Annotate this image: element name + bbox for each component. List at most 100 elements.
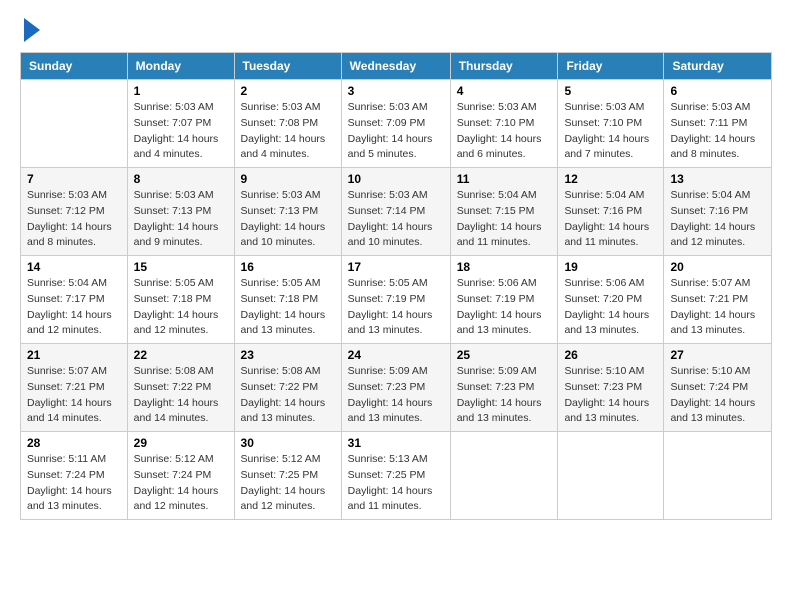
day-number: 29	[134, 436, 228, 450]
day-number: 12	[564, 172, 657, 186]
calendar-cell	[664, 432, 772, 520]
calendar-cell: 5 Sunrise: 5:03 AMSunset: 7:10 PMDaylight…	[558, 80, 664, 168]
day-info: Sunrise: 5:12 AMSunset: 7:25 PMDaylight:…	[241, 452, 335, 515]
day-number: 2	[241, 84, 335, 98]
calendar-cell	[450, 432, 558, 520]
day-number: 5	[564, 84, 657, 98]
day-number: 10	[348, 172, 444, 186]
day-number: 23	[241, 348, 335, 362]
calendar-table: SundayMondayTuesdayWednesdayThursdayFrid…	[20, 52, 772, 520]
calendar-cell: 11 Sunrise: 5:04 AMSunset: 7:15 PMDayligh…	[450, 168, 558, 256]
day-number: 17	[348, 260, 444, 274]
calendar-cell: 15 Sunrise: 5:05 AMSunset: 7:18 PMDayligh…	[127, 256, 234, 344]
day-number: 30	[241, 436, 335, 450]
calendar-cell: 21 Sunrise: 5:07 AMSunset: 7:21 PMDayligh…	[21, 344, 128, 432]
week-row-5: 28Sunrise: 5:11 AMSunset: 7:24 PMDayligh…	[21, 432, 772, 520]
day-number: 11	[457, 172, 552, 186]
calendar-cell	[558, 432, 664, 520]
calendar-cell: 4 Sunrise: 5:03 AMSunset: 7:10 PMDaylight…	[450, 80, 558, 168]
logo-arrow-icon	[24, 18, 40, 42]
header-friday: Friday	[558, 53, 664, 80]
header-monday: Monday	[127, 53, 234, 80]
calendar-cell: 14Sunrise: 5:04 AMSunset: 7:17 PMDayligh…	[21, 256, 128, 344]
day-info: Sunrise: 5:05 AMSunset: 7:18 PMDaylight:…	[241, 276, 335, 339]
calendar-cell: 27 Sunrise: 5:10 AMSunset: 7:24 PMDayligh…	[664, 344, 772, 432]
calendar-cell: 10 Sunrise: 5:03 AMSunset: 7:14 PMDayligh…	[341, 168, 450, 256]
header-saturday: Saturday	[664, 53, 772, 80]
day-info: Sunrise: 5:04 AMSunset: 7:16 PMDaylight:…	[670, 188, 765, 251]
day-number: 21	[27, 348, 121, 362]
calendar-cell: 13 Sunrise: 5:04 AMSunset: 7:16 PMDayligh…	[664, 168, 772, 256]
calendar-cell: 2 Sunrise: 5:03 AMSunset: 7:08 PMDaylight…	[234, 80, 341, 168]
calendar-cell: 12 Sunrise: 5:04 AMSunset: 7:16 PMDayligh…	[558, 168, 664, 256]
day-info: Sunrise: 5:03 AMSunset: 7:12 PMDaylight:…	[27, 188, 121, 251]
day-number: 8	[134, 172, 228, 186]
day-info: Sunrise: 5:03 AMSunset: 7:08 PMDaylight:…	[241, 100, 335, 163]
day-info: Sunrise: 5:05 AMSunset: 7:19 PMDaylight:…	[348, 276, 444, 339]
week-row-4: 21 Sunrise: 5:07 AMSunset: 7:21 PMDayligh…	[21, 344, 772, 432]
day-info: Sunrise: 5:03 AMSunset: 7:09 PMDaylight:…	[348, 100, 444, 163]
logo	[20, 20, 40, 42]
day-info: Sunrise: 5:09 AMSunset: 7:23 PMDaylight:…	[457, 364, 552, 427]
day-info: Sunrise: 5:09 AMSunset: 7:23 PMDaylight:…	[348, 364, 444, 427]
calendar-cell: 3 Sunrise: 5:03 AMSunset: 7:09 PMDaylight…	[341, 80, 450, 168]
day-number: 14	[27, 260, 121, 274]
day-number: 22	[134, 348, 228, 362]
calendar-cell: 20 Sunrise: 5:07 AMSunset: 7:21 PMDayligh…	[664, 256, 772, 344]
day-info: Sunrise: 5:03 AMSunset: 7:13 PMDaylight:…	[134, 188, 228, 251]
day-number: 27	[670, 348, 765, 362]
day-info: Sunrise: 5:03 AMSunset: 7:10 PMDaylight:…	[564, 100, 657, 163]
calendar-cell: 9 Sunrise: 5:03 AMSunset: 7:13 PMDaylight…	[234, 168, 341, 256]
day-number: 18	[457, 260, 552, 274]
day-number: 6	[670, 84, 765, 98]
week-row-2: 7 Sunrise: 5:03 AMSunset: 7:12 PMDaylight…	[21, 168, 772, 256]
day-number: 20	[670, 260, 765, 274]
day-number: 4	[457, 84, 552, 98]
calendar-cell: 18 Sunrise: 5:06 AMSunset: 7:19 PMDayligh…	[450, 256, 558, 344]
calendar-cell: 23Sunrise: 5:08 AMSunset: 7:22 PMDayligh…	[234, 344, 341, 432]
day-info: Sunrise: 5:07 AMSunset: 7:21 PMDaylight:…	[27, 364, 121, 427]
calendar-cell: 30 Sunrise: 5:12 AMSunset: 7:25 PMDayligh…	[234, 432, 341, 520]
day-number: 24	[348, 348, 444, 362]
calendar-cell	[21, 80, 128, 168]
day-info: Sunrise: 5:10 AMSunset: 7:24 PMDaylight:…	[670, 364, 765, 427]
calendar-cell: 16Sunrise: 5:05 AMSunset: 7:18 PMDayligh…	[234, 256, 341, 344]
day-number: 3	[348, 84, 444, 98]
day-info: Sunrise: 5:07 AMSunset: 7:21 PMDaylight:…	[670, 276, 765, 339]
day-info: Sunrise: 5:06 AMSunset: 7:19 PMDaylight:…	[457, 276, 552, 339]
day-number: 28	[27, 436, 121, 450]
day-info: Sunrise: 5:03 AMSunset: 7:14 PMDaylight:…	[348, 188, 444, 251]
day-info: Sunrise: 5:06 AMSunset: 7:20 PMDaylight:…	[564, 276, 657, 339]
calendar-header-row: SundayMondayTuesdayWednesdayThursdayFrid…	[21, 53, 772, 80]
calendar-cell: 8 Sunrise: 5:03 AMSunset: 7:13 PMDaylight…	[127, 168, 234, 256]
day-number: 15	[134, 260, 228, 274]
day-info: Sunrise: 5:03 AMSunset: 7:10 PMDaylight:…	[457, 100, 552, 163]
day-info: Sunrise: 5:12 AMSunset: 7:24 PMDaylight:…	[134, 452, 228, 515]
day-number: 9	[241, 172, 335, 186]
day-info: Sunrise: 5:03 AMSunset: 7:11 PMDaylight:…	[670, 100, 765, 163]
day-number: 7	[27, 172, 121, 186]
day-info: Sunrise: 5:04 AMSunset: 7:15 PMDaylight:…	[457, 188, 552, 251]
header-sunday: Sunday	[21, 53, 128, 80]
day-number: 26	[564, 348, 657, 362]
day-info: Sunrise: 5:03 AMSunset: 7:07 PMDaylight:…	[134, 100, 228, 163]
calendar-cell: 31 Sunrise: 5:13 AMSunset: 7:25 PMDayligh…	[341, 432, 450, 520]
day-info: Sunrise: 5:04 AMSunset: 7:16 PMDaylight:…	[564, 188, 657, 251]
week-row-3: 14Sunrise: 5:04 AMSunset: 7:17 PMDayligh…	[21, 256, 772, 344]
day-info: Sunrise: 5:05 AMSunset: 7:18 PMDaylight:…	[134, 276, 228, 339]
day-info: Sunrise: 5:03 AMSunset: 7:13 PMDaylight:…	[241, 188, 335, 251]
header-thursday: Thursday	[450, 53, 558, 80]
day-number: 25	[457, 348, 552, 362]
page-header	[20, 20, 772, 42]
day-number: 31	[348, 436, 444, 450]
calendar-cell: 26Sunrise: 5:10 AMSunset: 7:23 PMDayligh…	[558, 344, 664, 432]
calendar-cell: 7 Sunrise: 5:03 AMSunset: 7:12 PMDaylight…	[21, 168, 128, 256]
calendar-cell: 28Sunrise: 5:11 AMSunset: 7:24 PMDayligh…	[21, 432, 128, 520]
day-number: 13	[670, 172, 765, 186]
calendar-cell: 19Sunrise: 5:06 AMSunset: 7:20 PMDayligh…	[558, 256, 664, 344]
header-tuesday: Tuesday	[234, 53, 341, 80]
day-info: Sunrise: 5:13 AMSunset: 7:25 PMDaylight:…	[348, 452, 444, 515]
calendar-cell: 25 Sunrise: 5:09 AMSunset: 7:23 PMDayligh…	[450, 344, 558, 432]
calendar-cell: 17 Sunrise: 5:05 AMSunset: 7:19 PMDayligh…	[341, 256, 450, 344]
week-row-1: 1Sunrise: 5:03 AMSunset: 7:07 PMDaylight…	[21, 80, 772, 168]
